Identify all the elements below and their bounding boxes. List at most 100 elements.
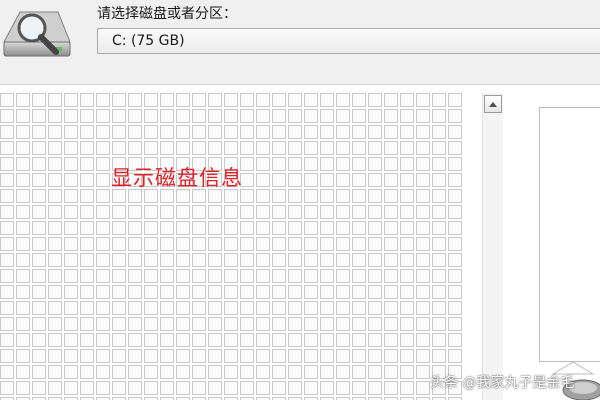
drive-select[interactable]: C: (75 GB) <box>97 28 600 54</box>
cluster-cell <box>432 221 446 235</box>
cluster-cell <box>160 269 174 283</box>
cluster-cell <box>304 365 318 379</box>
cluster-cell <box>16 237 30 251</box>
cluster-cell <box>400 237 414 251</box>
cluster-cell <box>368 173 382 187</box>
disk-cluster-grid <box>0 93 472 400</box>
cluster-cell <box>272 317 286 331</box>
cluster-cell <box>416 93 430 107</box>
cluster-cell <box>128 349 142 363</box>
cluster-cell <box>208 237 222 251</box>
cluster-cell <box>400 333 414 347</box>
cluster-cell <box>320 141 334 155</box>
cluster-cell <box>208 253 222 267</box>
cluster-cell <box>144 349 158 363</box>
cluster-cell <box>352 173 366 187</box>
cluster-cell <box>448 157 462 171</box>
cluster-cell <box>400 189 414 203</box>
cluster-cell <box>448 317 462 331</box>
grid-scrollbar[interactable] <box>482 93 503 400</box>
cluster-cell <box>64 365 78 379</box>
cluster-cell <box>288 285 302 299</box>
cluster-cell <box>112 125 126 139</box>
cluster-cell <box>432 301 446 315</box>
cluster-cell <box>192 381 206 395</box>
cluster-cell <box>144 285 158 299</box>
cluster-cell <box>16 349 30 363</box>
cluster-cell <box>144 301 158 315</box>
cluster-cell <box>48 237 62 251</box>
cluster-cell <box>64 317 78 331</box>
cluster-cell <box>64 125 78 139</box>
cluster-cell <box>368 365 382 379</box>
cluster-cell <box>272 109 286 123</box>
cluster-cell <box>400 125 414 139</box>
cluster-cell <box>320 157 334 171</box>
cluster-cell <box>320 109 334 123</box>
cluster-cell <box>224 237 238 251</box>
cluster-cell <box>352 333 366 347</box>
cluster-cell <box>192 253 206 267</box>
cluster-cell <box>384 285 398 299</box>
cluster-cell <box>16 365 30 379</box>
cluster-cell <box>272 205 286 219</box>
cluster-cell <box>48 189 62 203</box>
cluster-cell <box>64 253 78 267</box>
cluster-cell <box>176 333 190 347</box>
cluster-cell <box>304 381 318 395</box>
cluster-cell <box>32 349 46 363</box>
scroll-up-button[interactable] <box>484 95 502 113</box>
cluster-cell <box>48 173 62 187</box>
cluster-cell <box>272 253 286 267</box>
cluster-cell <box>416 125 430 139</box>
cluster-cell <box>240 141 254 155</box>
cluster-cell <box>144 253 158 267</box>
cluster-cell <box>336 333 350 347</box>
cluster-cell <box>208 205 222 219</box>
cluster-cell <box>192 205 206 219</box>
cluster-cell <box>96 333 110 347</box>
cluster-cell <box>48 221 62 235</box>
cluster-cell <box>432 173 446 187</box>
cluster-cell <box>80 365 94 379</box>
cluster-cell <box>256 253 270 267</box>
cluster-cell <box>368 93 382 107</box>
cluster-cell <box>432 205 446 219</box>
cluster-cell <box>256 189 270 203</box>
cluster-cell <box>304 157 318 171</box>
cluster-cell <box>272 93 286 107</box>
cluster-cell <box>80 349 94 363</box>
cluster-cell <box>256 285 270 299</box>
cluster-cell <box>320 333 334 347</box>
cluster-cell <box>48 157 62 171</box>
cluster-cell <box>128 93 142 107</box>
cluster-cell <box>192 109 206 123</box>
cluster-cell <box>80 189 94 203</box>
cluster-cell <box>256 269 270 283</box>
cluster-cell <box>304 349 318 363</box>
cluster-cell <box>336 381 350 395</box>
cluster-cell <box>432 237 446 251</box>
cluster-cell <box>96 205 110 219</box>
cluster-cell <box>144 237 158 251</box>
cluster-cell <box>240 237 254 251</box>
cluster-cell <box>272 141 286 155</box>
cluster-cell <box>256 349 270 363</box>
cluster-cell <box>448 109 462 123</box>
cluster-cell <box>400 205 414 219</box>
cluster-cell <box>112 205 126 219</box>
cluster-cell <box>320 173 334 187</box>
cluster-cell <box>400 141 414 155</box>
cluster-cell <box>288 125 302 139</box>
cluster-cell <box>288 301 302 315</box>
cluster-cell <box>416 301 430 315</box>
cluster-cell <box>320 365 334 379</box>
cluster-cell <box>32 333 46 347</box>
cluster-cell <box>240 125 254 139</box>
cluster-cell <box>64 189 78 203</box>
cluster-cell <box>208 381 222 395</box>
cluster-cell <box>384 237 398 251</box>
cluster-cell <box>48 253 62 267</box>
cluster-cell <box>384 157 398 171</box>
cluster-cell <box>320 285 334 299</box>
